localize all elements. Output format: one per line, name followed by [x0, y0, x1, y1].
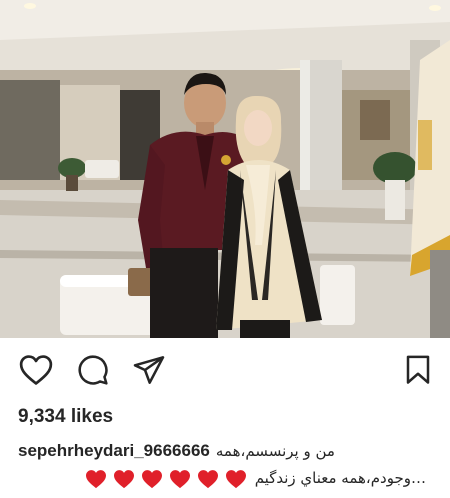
red-heart-emoji-icon — [169, 469, 190, 488]
post-actions-bar — [0, 350, 450, 396]
red-heart-emoji-icon — [85, 469, 106, 488]
save-button[interactable] — [398, 350, 438, 390]
comment-bubble-icon — [78, 355, 108, 385]
post-photo[interactable] — [0, 0, 450, 338]
caption-line-2: …وجودم،همه معناي زندگيم — [18, 466, 438, 491]
red-heart-emoji-icon — [141, 469, 162, 488]
comment-button[interactable] — [73, 350, 113, 390]
red-heart-emoji-icon — [113, 469, 134, 488]
caption-line-1: sepehrheydari_9666666 من و پرنسسم،همه — [18, 438, 438, 464]
heart-outline-icon — [19, 355, 53, 385]
red-heart-emoji-icon — [197, 469, 218, 488]
photo-scene — [0, 0, 450, 338]
caption-text-2: …وجودم،همه معناي زندگيم — [254, 469, 426, 487]
caption-username[interactable]: sepehrheydari_9666666 — [18, 438, 210, 463]
paper-plane-icon — [133, 356, 165, 384]
red-heart-emoji-icon — [225, 469, 246, 488]
share-button[interactable] — [129, 350, 169, 390]
post-caption: sepehrheydari_9666666 من و پرنسسم،همه …و… — [18, 438, 438, 491]
bookmark-icon — [406, 355, 430, 384]
caption-text-1: من و پرنسسم،همه — [215, 442, 335, 460]
like-button[interactable] — [16, 350, 56, 390]
likes-count[interactable]: 9,334 likes — [18, 406, 113, 428]
heart-emoji-row — [85, 469, 247, 489]
